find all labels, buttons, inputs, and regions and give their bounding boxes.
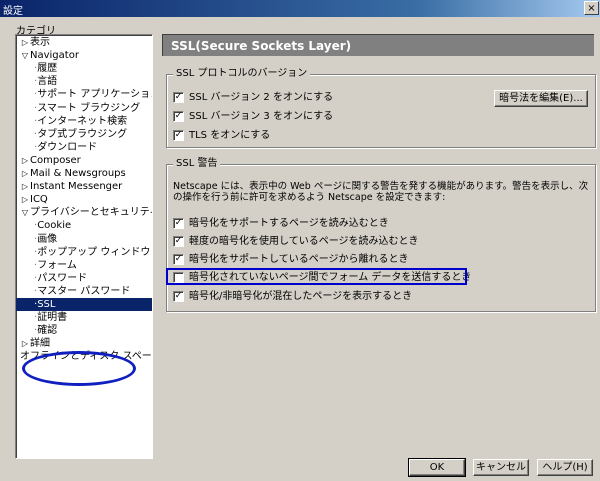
- ssl2-label: SSL バージョン 2 をオンにする: [189, 92, 334, 103]
- tree-item[interactable]: ▷ 表示: [16, 36, 54, 49]
- tls-checkbox[interactable]: ✓: [173, 130, 184, 141]
- tree-item-label: スマート ブラウジング: [37, 102, 141, 114]
- tree-item-label: 画像: [37, 233, 58, 245]
- collapsed-twisty-icon[interactable]: ▷: [20, 167, 30, 180]
- collapsed-twisty-icon[interactable]: ▷: [20, 180, 30, 193]
- collapsed-twisty-icon[interactable]: ▷: [20, 193, 30, 206]
- tree-item-label: 証明書: [37, 312, 68, 324]
- tree-item[interactable]: ·マスター パスワード: [16, 285, 134, 298]
- ok-button[interactable]: OK: [408, 458, 466, 477]
- tree-item-label: 確認: [37, 325, 58, 337]
- tree-item-label: ダウンロード: [37, 141, 98, 153]
- tree-item-label: 詳細: [30, 338, 50, 350]
- tree-item[interactable]: ·ポップアップ ウィンドウ: [16, 246, 152, 259]
- tree-item-label: 表示: [30, 37, 50, 48]
- tree-item-label: フォーム: [37, 259, 77, 271]
- warn-enter-secure-checkbox[interactable]: ✓: [173, 218, 184, 229]
- expanded-twisty-icon[interactable]: ▽: [20, 49, 30, 62]
- tree-item[interactable]: ·SSL: [16, 298, 152, 311]
- protocol-group-label: SSL プロトコルのバージョン: [173, 68, 311, 80]
- title-bar[interactable]: 設定 ×: [0, 0, 600, 17]
- ssl2-checkbox[interactable]: ✓: [173, 92, 184, 103]
- tree-item[interactable]: ▷ 詳細: [16, 337, 54, 350]
- cancel-button[interactable]: キャンセル: [473, 459, 529, 476]
- tree-item-label: ICQ: [30, 194, 48, 206]
- tree-item[interactable]: ·確認: [16, 324, 61, 337]
- warnings-group-label: SSL 警告: [173, 158, 221, 170]
- tree-item[interactable]: ▷ Instant Messenger: [16, 180, 126, 193]
- category-tree[interactable]: ▷ 表示 ▽ Navigator ·履歴 ·言語 ·サポート アプリケーション ·スマート ブ…: [15, 34, 153, 459]
- tree-item[interactable]: ·タブ式ブラウジング: [16, 128, 131, 141]
- highlight-ellipse: [22, 351, 136, 386]
- warn-enter-secure-label: 暗号化をサポートするページを読み込むとき: [189, 218, 389, 229]
- tree-item-label: Cookie: [37, 220, 72, 232]
- tree-item[interactable]: ·パスワード: [16, 272, 91, 285]
- tree-item[interactable]: ▷ Composer: [16, 154, 85, 167]
- tree-item-label: 言語: [37, 76, 58, 88]
- preferences-window: 設定 × カテゴリ ▷ 表示 ▽ Navigator ·履歴 ·言語 ·サポート アプリケー…: [0, 0, 600, 481]
- warn-weak-label: 軽度の暗号化を使用しているページを読み込むとき: [189, 236, 419, 247]
- highlight-rectangle: [166, 268, 467, 285]
- tree-item[interactable]: ▽ プライバシーとセキュリティ: [16, 206, 153, 219]
- tree-item[interactable]: ·スマート ブラウジング: [16, 102, 144, 115]
- help-button[interactable]: ヘルプ(H): [537, 459, 593, 476]
- expanded-twisty-icon[interactable]: ▽: [20, 206, 30, 219]
- edit-ciphers-button[interactable]: 暗号法を編集(E)...: [494, 90, 588, 107]
- tree-item-label: Composer: [30, 154, 81, 166]
- warnings-description: Netscape には、表示中の Web ページに関する警告を発する機能がありま…: [173, 181, 589, 203]
- tree-item[interactable]: ·ダウンロード: [16, 141, 101, 154]
- warn-mixed-label: 暗号化/非暗号化が混在したページを表示するとき: [189, 291, 413, 302]
- tls-label: TLS をオンにする: [189, 130, 271, 141]
- ssl3-checkbox[interactable]: ✓: [173, 111, 184, 122]
- page-title: SSL(Secure Sockets Layer): [162, 34, 594, 56]
- tree-item[interactable]: ·サポート アプリケーション: [16, 88, 153, 101]
- tree-item[interactable]: ·履歴: [16, 62, 61, 75]
- tree-item[interactable]: ▷ Mail & Newsgroups: [16, 167, 130, 180]
- tree-item[interactable]: ·フォーム: [16, 259, 81, 272]
- warn-weak-checkbox[interactable]: ✓: [173, 236, 184, 247]
- tree-item-label: Instant Messenger: [30, 181, 123, 193]
- tree-item-label: サポート アプリケーション: [37, 89, 153, 101]
- warn-mixed-checkbox[interactable]: ✓: [173, 291, 184, 302]
- tree-item-label: パスワード: [37, 272, 88, 284]
- tree-item[interactable]: ·画像: [16, 233, 61, 246]
- warn-leave-secure-label: 暗号化をサポートしているページから離れるとき: [189, 254, 409, 265]
- tree-item-label: プライバシーとセキュリティ: [30, 207, 153, 219]
- collapsed-twisty-icon[interactable]: ▷: [20, 337, 30, 350]
- collapsed-twisty-icon[interactable]: ▷: [20, 154, 30, 167]
- tree-item-label: ポップアップ ウィンドウ: [37, 246, 151, 258]
- tree-item[interactable]: ▽ Navigator: [16, 49, 83, 62]
- tree-item[interactable]: ▷ ICQ: [16, 193, 52, 206]
- window-title: 設定: [3, 6, 23, 17]
- tree-item[interactable]: ·言語: [16, 75, 61, 88]
- tree-item-label: Navigator: [30, 50, 79, 62]
- tree-item-label: SSL: [37, 299, 56, 310]
- tree-item-label: タブ式ブラウジング: [37, 128, 128, 140]
- collapsed-twisty-icon[interactable]: ▷: [20, 36, 30, 49]
- close-icon[interactable]: ×: [584, 1, 599, 15]
- tree-item-label: インターネット検索: [37, 115, 128, 127]
- tree-item-label: Mail & Newsgroups: [30, 168, 126, 179]
- warn-leave-secure-checkbox[interactable]: ✓: [173, 254, 184, 265]
- tree-item-label: マスター パスワード: [37, 285, 131, 297]
- tree-item[interactable]: ·Cookie: [16, 219, 75, 232]
- tree-item-label: 履歴: [37, 63, 58, 75]
- tree-item[interactable]: ·証明書: [16, 311, 71, 324]
- ssl3-label: SSL バージョン 3 をオンにする: [189, 111, 334, 122]
- tree-item[interactable]: ·インターネット検索: [16, 115, 131, 128]
